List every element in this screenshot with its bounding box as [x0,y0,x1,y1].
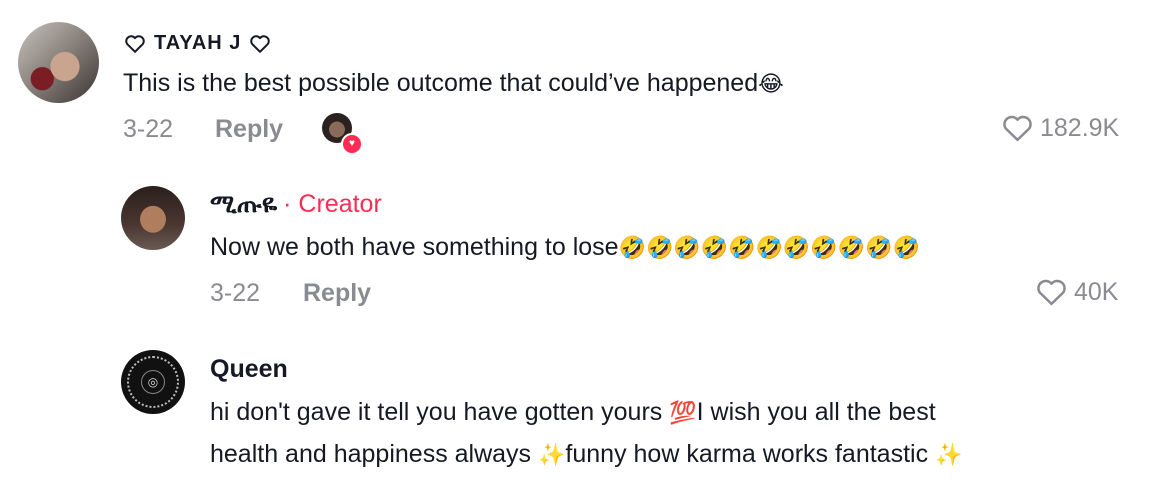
heart-outline-icon [125,34,145,53]
like-count: 40K [1074,277,1119,306]
reply-button[interactable]: Reply [215,115,283,144]
sparkles-emoji: ✨ [935,443,963,468]
like-count: 182.9K [1040,113,1120,142]
comment-text-segment: health and happiness always [210,440,539,468]
heart-outline-icon [1003,115,1032,142]
laughing-emoji: 😂 [758,72,784,97]
avatar-emblem: ◎ [141,370,165,394]
like-button[interactable]: 40K [1035,277,1118,307]
avatar[interactable] [121,186,185,250]
rofl-emoji: 🤣🤣🤣🤣🤣🤣🤣🤣🤣🤣🤣 [618,236,920,261]
heart-outline-icon [1037,279,1066,306]
avatar[interactable]: ◎ [121,350,185,414]
comment-text-line-2: health and happiness always ✨funny how k… [210,440,962,469]
comment-text-line-1: hi don't gave it tell you have gotten yo… [210,398,936,427]
comment-text: This is the best possible outcome that c… [123,69,784,98]
creator-liked-heart-icon: ♥ [341,133,363,155]
comment-date: 3-22 [210,279,261,307]
comment-text-segment: I wish you all the best [696,398,936,426]
comment-text: Now we both have something to lose🤣🤣🤣🤣🤣🤣… [210,233,920,262]
author-name[interactable]: Queen [210,355,288,384]
author-name: ሚጡዬ [210,190,278,218]
reply-button[interactable]: Reply [303,279,371,308]
comment-text-segment: funny how karma works fantastic [565,440,936,468]
comment-text-body: Now we both have something to lose [210,233,619,261]
comment-text-body: This is the best possible outcome that c… [123,69,759,97]
sparkles-emoji: ✨ [538,443,566,468]
comment-date: 3-22 [123,115,174,143]
like-button[interactable]: 182.9K [1001,113,1119,143]
comment-author[interactable]: TAYAH J [124,32,271,55]
heart-outline-icon [250,34,271,53]
hundred-emoji: 💯 [669,401,697,426]
avatar[interactable] [18,22,99,103]
comment-text-segment: hi don't gave it tell you have gotten yo… [210,398,670,426]
creator-badge: · Creator [283,190,382,218]
author-name: TAYAH J [154,32,242,54]
comment-author[interactable]: ሚጡዬ · Creator [210,190,382,219]
